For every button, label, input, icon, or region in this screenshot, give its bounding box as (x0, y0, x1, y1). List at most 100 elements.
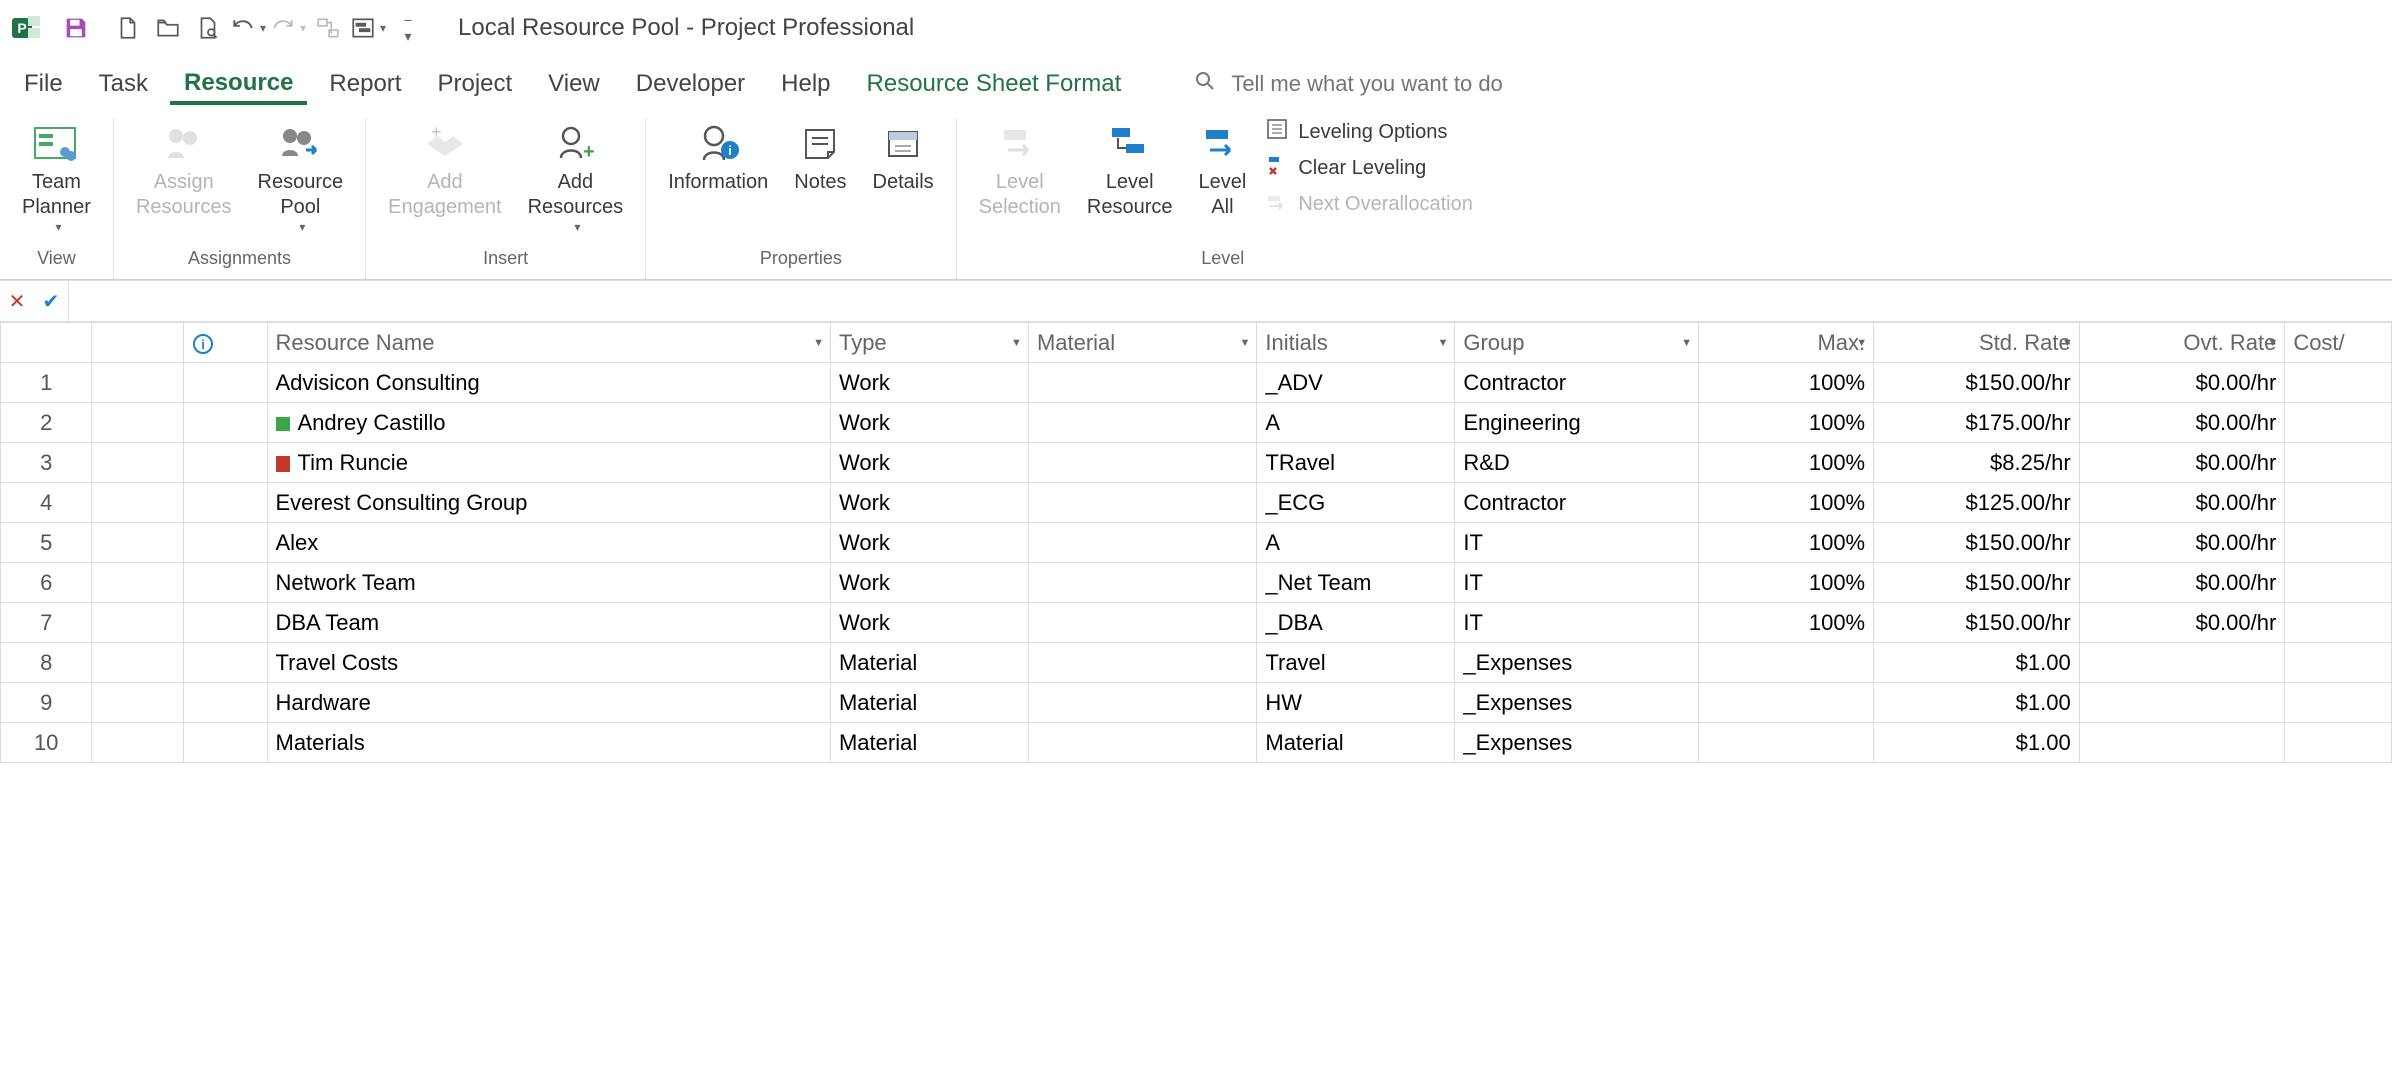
std-rate-cell[interactable]: $175.00/hr (1874, 403, 2080, 443)
clear-leveling-button[interactable]: Clear Leveling (1266, 154, 1473, 182)
cost-cell[interactable] (2285, 723, 2392, 763)
row-number[interactable]: 10 (1, 723, 92, 763)
col-std-rate[interactable]: Std. Rate▼ (1874, 323, 2080, 363)
initials-cell[interactable]: _DBA (1257, 603, 1455, 643)
tab-task[interactable]: Task (85, 64, 162, 104)
new-file-button[interactable] (108, 8, 148, 48)
redo-button[interactable]: ▾ (268, 8, 308, 48)
info-cell[interactable] (183, 523, 267, 563)
col-material[interactable]: Material▼ (1028, 323, 1256, 363)
tab-file[interactable]: File (10, 64, 77, 104)
gantt-button[interactable]: ▾ (348, 8, 388, 48)
info-cell[interactable] (183, 363, 267, 403)
table-row[interactable]: 10MaterialsMaterialMaterial_Expenses$1.0… (1, 723, 2392, 763)
material-cell[interactable] (1028, 563, 1256, 603)
dropdown-icon[interactable]: ▼ (1011, 337, 1022, 349)
info-cell[interactable] (183, 603, 267, 643)
ovt-rate-cell[interactable]: $0.00/hr (2079, 483, 2285, 523)
indicator-cell[interactable] (92, 403, 183, 443)
max-cell[interactable] (1699, 723, 1874, 763)
dropdown-icon[interactable]: ▼ (1856, 337, 1867, 349)
indicator-cell[interactable] (92, 723, 183, 763)
customize-qat-button[interactable]: ⎯▾ (388, 8, 428, 48)
group-cell[interactable]: R&D (1455, 443, 1699, 483)
ovt-rate-cell[interactable]: $0.00/hr (2079, 523, 2285, 563)
name-cell[interactable]: DBA Team (267, 603, 830, 643)
level-all-button[interactable]: Level All (1193, 118, 1253, 220)
max-cell[interactable] (1699, 643, 1874, 683)
type-cell[interactable]: Work (830, 363, 1028, 403)
type-cell[interactable]: Work (830, 603, 1028, 643)
tab-resource[interactable]: Resource (170, 63, 307, 105)
group-cell[interactable]: _Expenses (1455, 643, 1699, 683)
row-number[interactable]: 6 (1, 563, 92, 603)
dropdown-icon[interactable]: ▼ (1437, 337, 1448, 349)
table-row[interactable]: 8Travel CostsMaterialTravel_Expenses$1.0… (1, 643, 2392, 683)
material-cell[interactable] (1028, 443, 1256, 483)
accept-entry-button[interactable]: ✔ (34, 289, 68, 314)
tab-developer[interactable]: Developer (622, 64, 759, 104)
std-rate-cell[interactable]: $150.00/hr (1874, 363, 2080, 403)
cost-cell[interactable] (2285, 523, 2392, 563)
ovt-rate-cell[interactable]: $0.00/hr (2079, 563, 2285, 603)
name-cell[interactable]: Travel Costs (267, 643, 830, 683)
cost-cell[interactable] (2285, 363, 2392, 403)
table-row[interactable]: 4Everest Consulting GroupWork_ECGContrac… (1, 483, 2392, 523)
material-cell[interactable] (1028, 483, 1256, 523)
information-button[interactable]: i Information (662, 118, 774, 195)
row-number[interactable]: 1 (1, 363, 92, 403)
name-cell[interactable]: Materials (267, 723, 830, 763)
type-cell[interactable]: Material (830, 683, 1028, 723)
level-resource-button[interactable]: Level Resource (1081, 118, 1179, 220)
type-cell[interactable]: Material (830, 643, 1028, 683)
name-cell[interactable]: Andrey Castillo (267, 403, 830, 443)
group-cell[interactable]: _Expenses (1455, 723, 1699, 763)
info-cell[interactable] (183, 443, 267, 483)
initials-cell[interactable]: TRavel (1257, 443, 1455, 483)
cost-cell[interactable] (2285, 643, 2392, 683)
row-number[interactable]: 7 (1, 603, 92, 643)
tell-me-search[interactable] (1193, 69, 1691, 99)
indicator-cell[interactable] (92, 563, 183, 603)
open-file-button[interactable] (148, 8, 188, 48)
initials-cell[interactable]: A (1257, 403, 1455, 443)
cost-cell[interactable] (2285, 603, 2392, 643)
link-tasks-button[interactable] (308, 8, 348, 48)
tab-report[interactable]: Report (315, 64, 415, 104)
group-cell[interactable]: Contractor (1455, 483, 1699, 523)
group-cell[interactable]: IT (1455, 523, 1699, 563)
col-max[interactable]: Max.▼ (1699, 323, 1874, 363)
col-cost[interactable]: Cost/ (2285, 323, 2392, 363)
initials-cell[interactable]: _ADV (1257, 363, 1455, 403)
group-cell[interactable]: IT (1455, 563, 1699, 603)
tab-help[interactable]: Help (767, 64, 844, 104)
indicator-cell[interactable] (92, 603, 183, 643)
ovt-rate-cell[interactable] (2079, 683, 2285, 723)
team-planner-button[interactable]: Team Planner▾ (16, 118, 97, 234)
row-number[interactable]: 2 (1, 403, 92, 443)
std-rate-cell[interactable]: $150.00/hr (1874, 523, 2080, 563)
dropdown-icon[interactable]: ▼ (1681, 337, 1692, 349)
initials-cell[interactable]: Material (1257, 723, 1455, 763)
cost-cell[interactable] (2285, 483, 2392, 523)
type-cell[interactable]: Work (830, 563, 1028, 603)
row-number[interactable]: 3 (1, 443, 92, 483)
type-cell[interactable]: Work (830, 483, 1028, 523)
name-cell[interactable]: Tim Runcie (267, 443, 830, 483)
material-cell[interactable] (1028, 523, 1256, 563)
group-cell[interactable]: _Expenses (1455, 683, 1699, 723)
indicator-cell[interactable] (92, 643, 183, 683)
std-rate-cell[interactable]: $1.00 (1874, 683, 2080, 723)
info-cell[interactable] (183, 723, 267, 763)
col-type[interactable]: Type▼ (830, 323, 1028, 363)
initials-cell[interactable]: Travel (1257, 643, 1455, 683)
group-cell[interactable]: Engineering (1455, 403, 1699, 443)
indicator-cell[interactable] (92, 443, 183, 483)
dropdown-icon[interactable]: ▼ (813, 337, 824, 349)
table-row[interactable]: 6Network TeamWork_Net TeamIT100%$150.00/… (1, 563, 2392, 603)
material-cell[interactable] (1028, 603, 1256, 643)
max-cell[interactable]: 100% (1699, 363, 1874, 403)
material-cell[interactable] (1028, 643, 1256, 683)
cost-cell[interactable] (2285, 443, 2392, 483)
table-row[interactable]: 1Advisicon ConsultingWork_ADVContractor1… (1, 363, 2392, 403)
